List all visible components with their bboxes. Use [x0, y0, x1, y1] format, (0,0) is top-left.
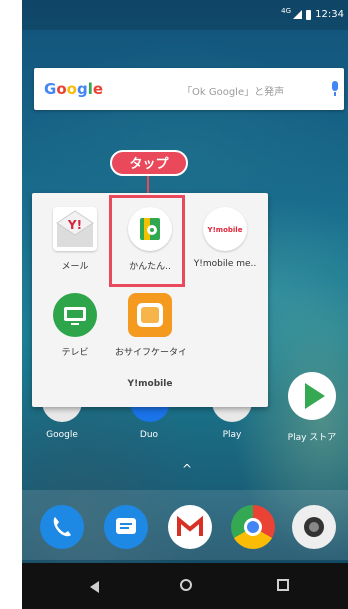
- home-label-duo: Duo: [139, 430, 159, 440]
- google-search-bar[interactable]: Google 「Ok Google」と発声: [34, 68, 344, 110]
- svg-text:Y!mobile: Y!mobile: [207, 226, 243, 234]
- app-label: Y!mobile me..: [193, 259, 257, 269]
- app-ymobile-menu[interactable]: Y!mobile Y!mobile me..: [190, 207, 260, 269]
- gmail-icon[interactable]: [168, 505, 212, 549]
- tv-icon: [53, 293, 97, 337]
- home-label-play-store: Play ストア: [287, 433, 337, 443]
- network-type: 4G: [281, 7, 292, 15]
- app-tv[interactable]: テレビ: [40, 293, 110, 358]
- battery-icon: [306, 9, 312, 20]
- app-mail[interactable]: Y! メール: [40, 207, 110, 272]
- search-hint: 「Ok Google」と発声: [182, 87, 285, 98]
- callout-pointer: [147, 176, 149, 194]
- app-label: メール: [61, 262, 89, 272]
- ymobile-menu-icon: Y!mobile: [203, 207, 247, 251]
- app-label: テレビ: [61, 348, 89, 358]
- google-logo: Google: [44, 80, 104, 98]
- folder-name[interactable]: Y!mobile: [32, 379, 268, 389]
- camera-icon[interactable]: [292, 505, 336, 549]
- signal-icon: [293, 10, 303, 19]
- app-osaifu[interactable]: おサイフケータイ: [115, 293, 185, 358]
- play-triangle: [305, 383, 325, 409]
- osaifu-icon: [128, 293, 172, 337]
- clock: 12:34: [315, 9, 344, 20]
- mic-stand: [334, 92, 336, 96]
- home-label-play: Play: [222, 430, 242, 440]
- status-icons: 4G 12:34: [281, 7, 344, 20]
- phone-icon[interactable]: [40, 505, 84, 549]
- tap-highlight-box: [109, 195, 185, 287]
- ymail-icon: Y!: [53, 207, 97, 251]
- home-screen: 4G 12:34 Google 「Ok Google」と発声 タップ Y! メー…: [22, 0, 348, 609]
- svg-text:Y!: Y!: [67, 218, 82, 232]
- back-icon[interactable]: [90, 581, 99, 593]
- app-label: おサイフケータイ: [115, 348, 185, 358]
- tap-callout: タップ: [110, 150, 188, 176]
- chrome-icon[interactable]: [231, 505, 275, 549]
- messages-icon[interactable]: [104, 505, 148, 549]
- app-drawer-arrow-icon[interactable]: ^: [182, 462, 192, 476]
- mic-icon[interactable]: [332, 81, 338, 91]
- home-icon[interactable]: [180, 579, 192, 591]
- recents-icon[interactable]: [277, 579, 289, 591]
- status-bar: 4G 12:34: [22, 0, 348, 30]
- home-label-google: Google: [46, 430, 78, 440]
